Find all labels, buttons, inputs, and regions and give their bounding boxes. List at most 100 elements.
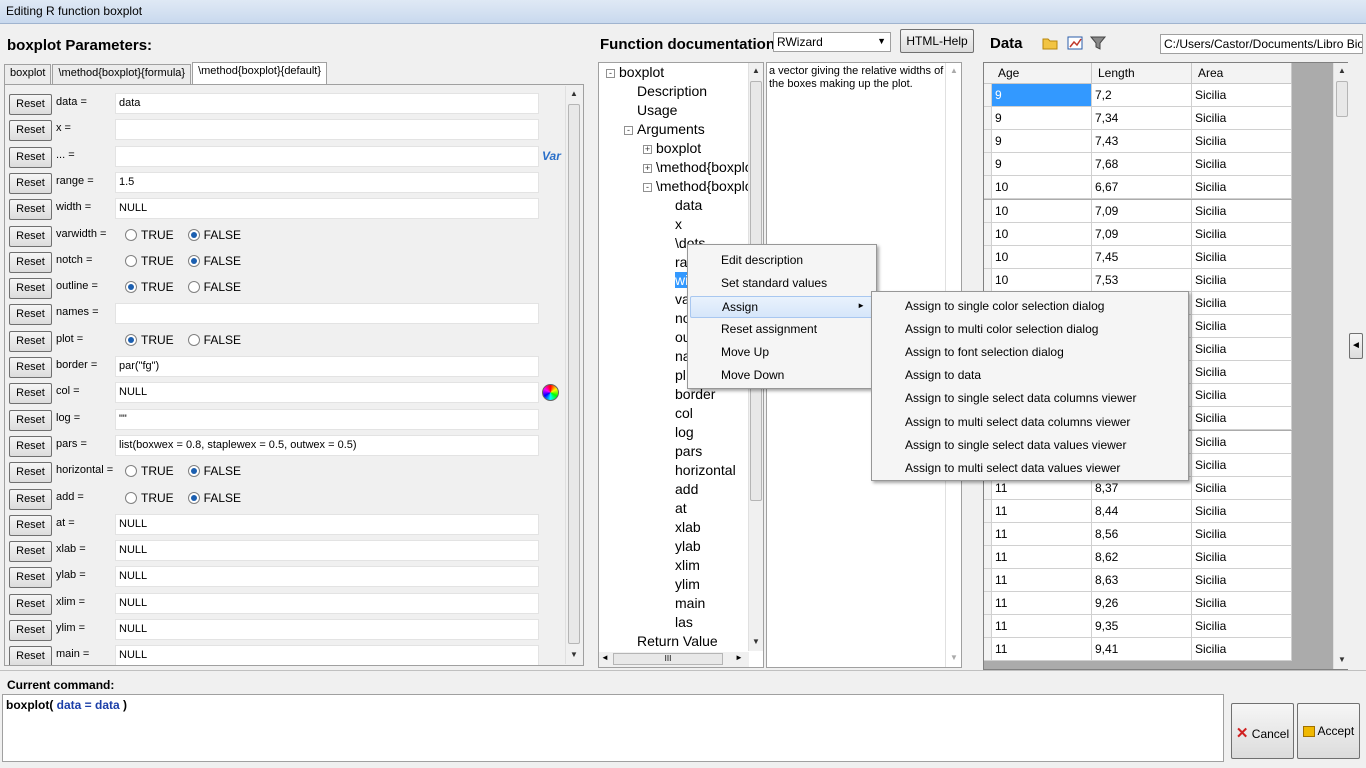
table-cell[interactable]: Sicilia: [1192, 384, 1292, 408]
open-folder-icon[interactable]: [1041, 34, 1059, 52]
table-cell[interactable]: 6,67: [1092, 176, 1192, 200]
table-cell[interactable]: 10: [992, 268, 1092, 292]
submenu-item[interactable]: Assign to multi select data columns view…: [874, 412, 1186, 434]
scroll-down-icon[interactable]: ▼: [749, 637, 763, 646]
tree-node[interactable]: add: [675, 481, 698, 497]
param-value-field[interactable]: NULL: [115, 645, 539, 665]
tree-node[interactable]: \method{boxplo: [656, 178, 753, 194]
table-cell[interactable]: 7,09: [1092, 222, 1192, 246]
reset-button[interactable]: Reset: [9, 172, 52, 194]
column-header[interactable]: Age: [992, 63, 1092, 84]
tree-node[interactable]: xlim: [675, 557, 700, 573]
reset-button[interactable]: Reset: [9, 646, 52, 665]
submenu-item[interactable]: Assign to single select data columns vie…: [874, 388, 1186, 410]
table-cell[interactable]: 8,62: [1092, 546, 1192, 569]
param-value-field[interactable]: NULL: [115, 198, 539, 220]
param-value-field[interactable]: data: [115, 93, 539, 114]
column-header[interactable]: Area: [1192, 63, 1292, 84]
tree-node[interactable]: \method{boxplo: [656, 159, 753, 175]
tab-method-default[interactable]: \method{boxplot}{default}: [192, 62, 328, 84]
table-cell[interactable]: Sicilia: [1192, 615, 1292, 639]
menu-item[interactable]: Set standard values: [690, 273, 874, 295]
menu-item[interactable]: Move Down: [690, 365, 874, 387]
row-header[interactable]: [984, 522, 992, 546]
reset-button[interactable]: Reset: [9, 357, 52, 378]
table-cell[interactable]: Sicilia: [1192, 176, 1292, 200]
reset-button[interactable]: Reset: [9, 304, 52, 326]
column-header[interactable]: Length: [1092, 63, 1192, 84]
table-cell[interactable]: Sicilia: [1192, 407, 1292, 431]
table-cell[interactable]: 11: [992, 546, 1092, 569]
radio-true[interactable]: TRUE: [125, 464, 174, 478]
row-header[interactable]: [984, 107, 992, 131]
reset-button[interactable]: Reset: [9, 620, 52, 641]
menu-item[interactable]: Assign ►: [690, 296, 874, 318]
table-cell[interactable]: 9,41: [1092, 638, 1192, 662]
param-value-field[interactable]: 1.5: [115, 171, 539, 193]
scroll-thumb[interactable]: [568, 104, 580, 644]
reset-button[interactable]: Reset: [9, 593, 52, 615]
param-value-field[interactable]: par("fg"): [115, 356, 539, 377]
radio-false-icon[interactable]: [187, 228, 200, 241]
radio-false[interactable]: FALSE: [187, 280, 241, 294]
radio-true[interactable]: TRUE: [125, 254, 174, 268]
cancel-button[interactable]: ✕ Cancel: [1231, 703, 1294, 759]
table-cell[interactable]: Sicilia: [1192, 430, 1292, 454]
tree-node[interactable]: data: [675, 197, 702, 213]
row-header[interactable]: [984, 176, 992, 200]
table-cell[interactable]: Sicilia: [1192, 522, 1292, 546]
radio-true[interactable]: TRUE: [125, 333, 174, 347]
reset-button[interactable]: Reset: [9, 330, 52, 352]
data-path-field[interactable]: C:/Users/Castor/Documents/Libro Bioestad…: [1160, 34, 1363, 54]
command-text[interactable]: boxplot( data = data ): [2, 694, 1224, 762]
reset-button[interactable]: Reset: [9, 514, 52, 536]
reset-button[interactable]: Reset: [9, 409, 52, 431]
collapse-icon[interactable]: -: [606, 69, 615, 78]
table-cell[interactable]: Sicilia: [1192, 315, 1292, 338]
table-cell[interactable]: 7,53: [1092, 268, 1192, 292]
submenu-item[interactable]: Assign to multi select data values viewe…: [874, 458, 1186, 480]
table-cell[interactable]: 7,09: [1092, 199, 1192, 223]
reset-button[interactable]: Reset: [9, 94, 52, 115]
radio-false-icon[interactable]: [187, 254, 200, 267]
table-cell[interactable]: 10: [992, 199, 1092, 223]
doc-source-select[interactable]: RWizard ▼: [773, 32, 891, 52]
scroll-up-icon[interactable]: ▲: [749, 66, 763, 75]
grid-scrollbar[interactable]: ▲ ▼: [1333, 63, 1349, 669]
radio-true-icon[interactable]: [125, 254, 137, 267]
table-cell[interactable]: Sicilia: [1192, 268, 1292, 292]
row-header[interactable]: [984, 245, 992, 269]
tree-node[interactable]: xlab: [675, 519, 701, 535]
submenu-item[interactable]: Assign to multi color selection dialog: [874, 319, 1186, 341]
tree-node[interactable]: x: [675, 216, 682, 232]
radio-true[interactable]: TRUE: [125, 491, 174, 505]
row-header[interactable]: [984, 153, 992, 177]
param-value-field[interactable]: NULL: [115, 540, 539, 562]
radio-false-icon[interactable]: [187, 333, 200, 346]
table-cell[interactable]: Sicilia: [1192, 361, 1292, 385]
radio-true-icon[interactable]: [125, 228, 137, 241]
tree-hscrollbar[interactable]: ◄ III ►: [599, 652, 749, 667]
reset-button[interactable]: Reset: [9, 278, 52, 300]
param-value-field[interactable]: NULL: [115, 566, 539, 588]
scroll-down-icon[interactable]: ▼: [1334, 655, 1350, 664]
row-header[interactable]: [984, 222, 992, 246]
reset-button[interactable]: Reset: [9, 567, 52, 589]
param-value-field[interactable]: [115, 119, 539, 141]
row-header[interactable]: [984, 84, 992, 107]
reset-button[interactable]: Reset: [9, 541, 52, 563]
chevron-down-icon[interactable]: ▼: [877, 36, 886, 46]
expand-icon[interactable]: +: [643, 144, 652, 154]
tree-node[interactable]: ra: [675, 254, 687, 270]
table-cell[interactable]: Sicilia: [1192, 222, 1292, 246]
table-cell[interactable]: 11: [992, 638, 1092, 662]
scroll-up-icon[interactable]: ▲: [566, 89, 582, 98]
table-cell[interactable]: 9: [992, 84, 1092, 107]
reset-button[interactable]: Reset: [9, 146, 52, 168]
table-cell[interactable]: 10: [992, 245, 1092, 269]
row-header[interactable]: [984, 615, 992, 639]
reset-button[interactable]: Reset: [9, 488, 52, 510]
tree-node[interactable]: horizontal: [675, 462, 736, 478]
table-cell[interactable]: 9: [992, 153, 1092, 177]
table-cell[interactable]: Sicilia: [1192, 291, 1292, 315]
